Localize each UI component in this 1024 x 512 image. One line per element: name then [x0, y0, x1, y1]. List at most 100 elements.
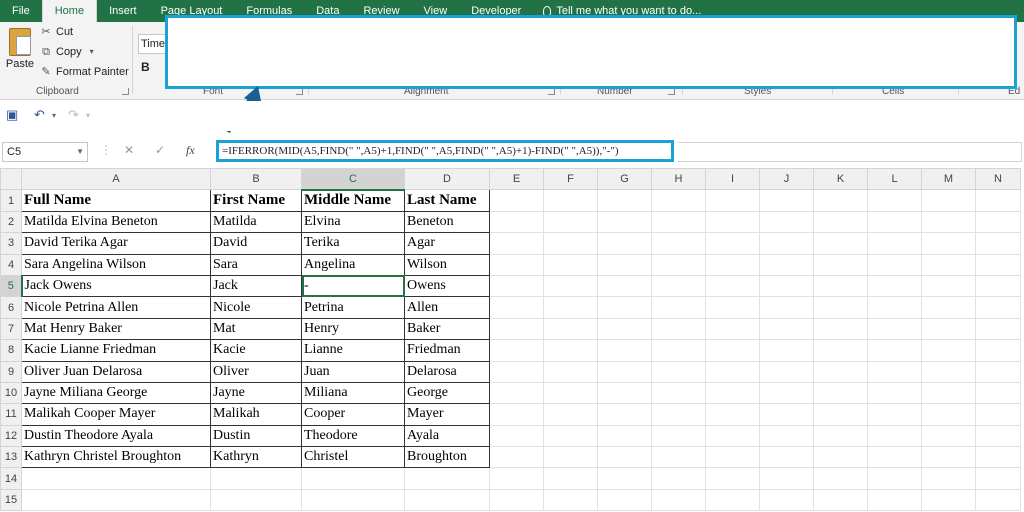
paste-button[interactable]: Paste	[4, 26, 36, 86]
cell-d10[interactable]: George	[404, 381, 490, 405]
cell-n12[interactable]	[975, 424, 1021, 448]
cell-a11[interactable]: Malikah Cooper Mayer	[21, 403, 211, 426]
cell-j5[interactable]	[759, 274, 814, 298]
column-header-e[interactable]: E	[489, 167, 544, 191]
cell-k12[interactable]	[813, 424, 868, 448]
insert-function-icon[interactable]: fx	[186, 143, 195, 158]
cell-b2[interactable]: Matilda	[210, 210, 302, 234]
cell-c2[interactable]: Elvina	[301, 210, 405, 234]
cell-a5[interactable]: Jack Owens	[21, 274, 211, 298]
chevron-down-icon[interactable]: ▾	[52, 111, 56, 120]
formula-input[interactable]: =IFERROR(MID(A5,FIND(" ",A5)+1,FIND(" ",…	[216, 140, 674, 162]
row-header[interactable]: 3	[0, 232, 22, 255]
cell-e2[interactable]	[489, 210, 544, 234]
cell-m14[interactable]	[921, 467, 976, 490]
cell-f2[interactable]	[543, 210, 598, 234]
cell-k9[interactable]	[813, 360, 868, 383]
cell-g13[interactable]	[597, 446, 652, 469]
cell-f10[interactable]	[543, 381, 598, 405]
row-header[interactable]: 1	[0, 189, 22, 212]
cell-e8[interactable]	[489, 339, 544, 362]
cell-g11[interactable]	[597, 403, 652, 426]
cell-a4[interactable]: Sara Angelina Wilson	[21, 253, 211, 276]
cell-n9[interactable]	[975, 360, 1021, 383]
cell-h4[interactable]	[651, 253, 706, 276]
cell-i4[interactable]	[705, 253, 760, 276]
cell-n1[interactable]	[975, 189, 1021, 212]
cell-h7[interactable]	[651, 317, 706, 341]
cell-j4[interactable]	[759, 253, 814, 276]
cell-a15[interactable]	[21, 488, 211, 512]
cell-c13[interactable]: Christel	[301, 446, 405, 469]
cell-a1[interactable]: Full Name	[21, 189, 211, 212]
cell-d6[interactable]: Allen	[404, 296, 490, 319]
cell-n13[interactable]	[975, 446, 1021, 469]
column-header-j[interactable]: J	[759, 167, 814, 191]
cell-f12[interactable]	[543, 424, 598, 448]
column-header-k[interactable]: K	[813, 167, 868, 191]
cell-d15[interactable]	[404, 488, 490, 512]
cell-g5[interactable]	[597, 274, 652, 298]
column-header-m[interactable]: M	[921, 167, 976, 191]
cell-h5[interactable]	[651, 274, 706, 298]
cell-j1[interactable]	[759, 189, 814, 212]
font-name-box[interactable]: Times	[138, 34, 168, 54]
cell-e5[interactable]	[489, 274, 544, 298]
cell-m1[interactable]	[921, 189, 976, 212]
cell-b3[interactable]: David	[210, 232, 302, 255]
cell-f8[interactable]	[543, 339, 598, 362]
row-header[interactable]: 6	[0, 296, 22, 319]
cell-n8[interactable]	[975, 339, 1021, 362]
cell-c1[interactable]: Middle Name	[301, 189, 405, 212]
cell-b9[interactable]: Oliver	[210, 360, 302, 383]
cell-j12[interactable]	[759, 424, 814, 448]
cell-i1[interactable]	[705, 189, 760, 212]
row-header[interactable]: 12	[0, 424, 22, 448]
cell-f6[interactable]	[543, 296, 598, 319]
cell-n7[interactable]	[975, 317, 1021, 341]
cell-b10[interactable]: Jayne	[210, 381, 302, 405]
cell-m6[interactable]	[921, 296, 976, 319]
cell-l2[interactable]	[867, 210, 922, 234]
cell-h12[interactable]	[651, 424, 706, 448]
cell-e4[interactable]	[489, 253, 544, 276]
cell-i2[interactable]	[705, 210, 760, 234]
cell-e10[interactable]	[489, 381, 544, 405]
cell-j3[interactable]	[759, 232, 814, 255]
name-box[interactable]: C5 ▼	[2, 142, 88, 162]
cell-f3[interactable]	[543, 232, 598, 255]
tab-home[interactable]: Home	[41, 0, 98, 22]
cell-c3[interactable]: Terika	[301, 232, 405, 255]
row-header[interactable]: 13	[0, 446, 22, 469]
cell-m8[interactable]	[921, 339, 976, 362]
cell-l14[interactable]	[867, 467, 922, 490]
cell-b6[interactable]: Nicole	[210, 296, 302, 319]
cell-k7[interactable]	[813, 317, 868, 341]
cell-c11[interactable]: Cooper	[301, 403, 405, 426]
cell-c15[interactable]	[301, 488, 405, 512]
column-header-f[interactable]: F	[543, 167, 598, 191]
cell-j11[interactable]	[759, 403, 814, 426]
cell-a3[interactable]: David Terika Agar	[21, 232, 211, 255]
cell-h2[interactable]	[651, 210, 706, 234]
cell-c8[interactable]: Lianne	[301, 339, 405, 362]
font-launcher-icon[interactable]	[296, 88, 303, 95]
cell-i13[interactable]	[705, 446, 760, 469]
column-header-n[interactable]: N	[975, 167, 1021, 191]
cell-h13[interactable]	[651, 446, 706, 469]
tab-file[interactable]: File	[0, 0, 42, 22]
cell-k2[interactable]	[813, 210, 868, 234]
cell-i15[interactable]	[705, 488, 760, 512]
cell-f13[interactable]	[543, 446, 598, 469]
cell-b14[interactable]	[210, 467, 302, 490]
cell-h1[interactable]	[651, 189, 706, 212]
cell-d9[interactable]: Delarosa	[404, 360, 490, 383]
cell-c12[interactable]: Theodore	[301, 424, 405, 448]
cell-b15[interactable]	[210, 488, 302, 512]
cell-l1[interactable]	[867, 189, 922, 212]
cell-d11[interactable]: Mayer	[404, 403, 490, 426]
cell-m7[interactable]	[921, 317, 976, 341]
cell-n15[interactable]	[975, 488, 1021, 512]
cell-c14[interactable]	[301, 467, 405, 490]
cell-e12[interactable]	[489, 424, 544, 448]
